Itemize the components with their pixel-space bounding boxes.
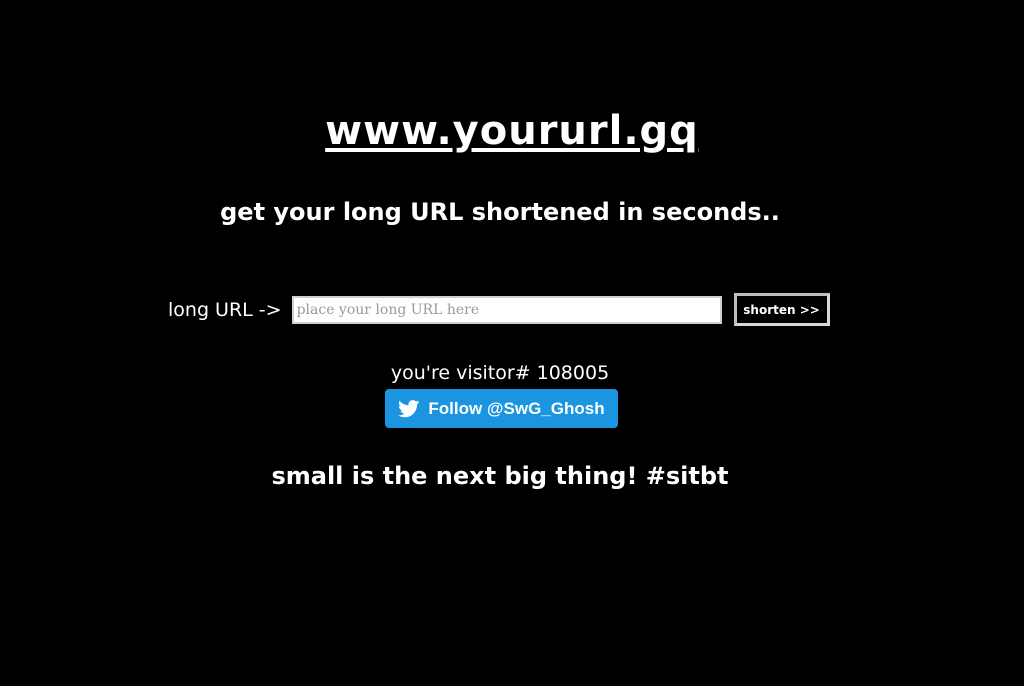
slogan: small is the next big thing! #sitbt: [271, 462, 729, 490]
shorten-form: long URL -> shorten >>: [168, 293, 830, 326]
long-url-label: long URL ->: [168, 298, 282, 321]
twitter-follow-button[interactable]: Follow @SwG_Ghosh: [385, 389, 618, 428]
tagline: get your long URL shortened in seconds..: [220, 198, 780, 226]
long-url-input[interactable]: [291, 295, 722, 324]
shorten-button[interactable]: shorten >>: [733, 293, 830, 326]
twitter-bird-icon: [398, 399, 420, 417]
page: www.yoururl.gq get your long URL shorten…: [0, 0, 1024, 686]
visitor-counter: you're visitor# 108005: [390, 362, 610, 384]
follow-label: Follow @SwG_Ghosh: [428, 398, 605, 418]
site-title-link[interactable]: www.yoururl.gq: [0, 108, 1024, 154]
